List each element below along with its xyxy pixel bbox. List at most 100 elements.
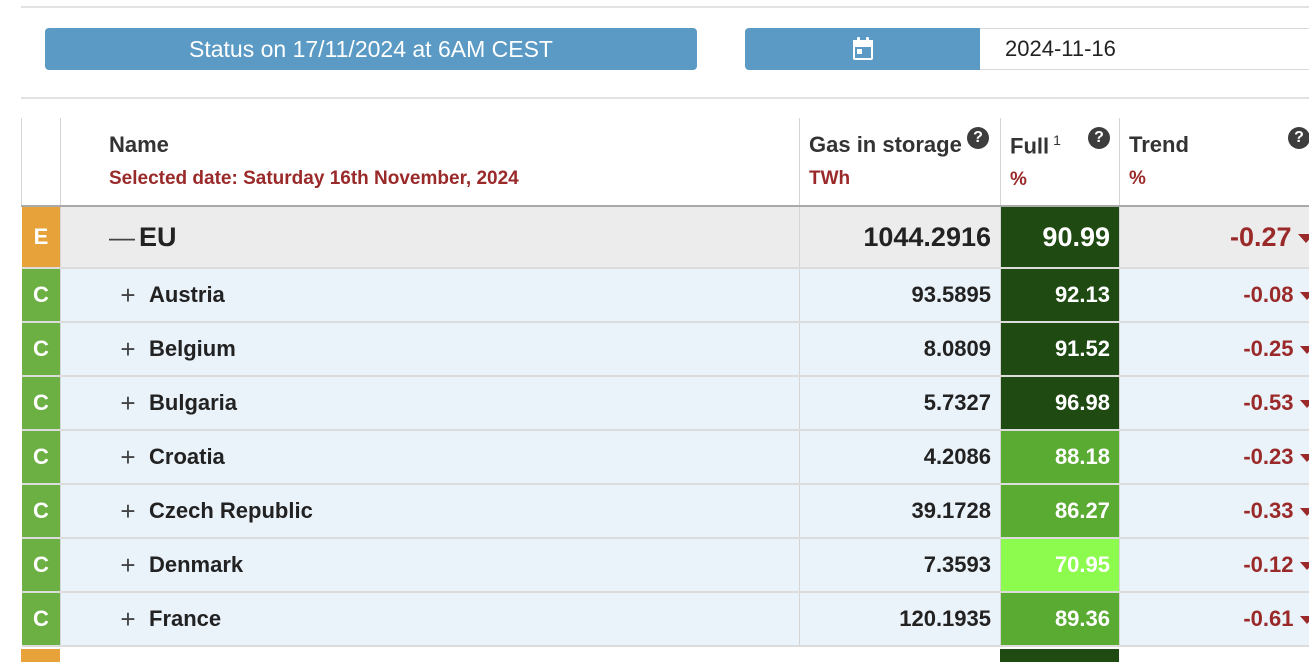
name-cell: + Bulgaria [60, 376, 800, 431]
calendar-icon [852, 37, 873, 60]
country-name[interactable]: Croatia [149, 444, 225, 470]
trend-value: -0.08 [1243, 282, 1294, 307]
trend-value: -0.61 [1243, 606, 1294, 631]
help-icon[interactable]: ? [1088, 127, 1110, 149]
trend-cell: -0.08 [1119, 268, 1309, 323]
header-full-unit: % [1010, 169, 1027, 191]
row-type-cell: C [21, 538, 61, 593]
expand-toggle[interactable]: + [119, 606, 137, 632]
header-name[interactable]: Name Selected date: Saturday 16th Novemb… [60, 118, 800, 207]
gas-in-storage-cell: 8.0809 [799, 322, 1001, 377]
country-name[interactable]: Austria [149, 282, 225, 308]
gas-in-storage-cell: 5.7327 [799, 376, 1001, 431]
full-percent-cell: 88.18 [1000, 430, 1120, 485]
table-row[interactable]: C + Austria 93.5895 92.13 -0.08 [21, 268, 1309, 323]
next-row-badge [21, 649, 60, 662]
trend-value: -0.27 [1229, 221, 1292, 252]
status-banner: Status on 17/11/2024 at 6AM CEST [45, 28, 697, 70]
country-name[interactable]: Denmark [149, 552, 243, 578]
trend-down-icon [1299, 508, 1309, 517]
type-badge: C [21, 539, 61, 591]
trend-cell: -0.25 [1119, 322, 1309, 377]
trend-value: -0.25 [1243, 336, 1294, 361]
type-badge: C [21, 323, 61, 375]
header-trend-unit: % [1129, 168, 1146, 189]
header-gas-in-storage[interactable]: Gas in storage TWh ? [799, 118, 1001, 207]
header-name-label: Name [109, 132, 169, 157]
date-input[interactable] [980, 28, 1309, 70]
type-badge: C [21, 269, 61, 321]
country-name[interactable]: France [149, 606, 221, 632]
trend-cell: -0.53 [1119, 376, 1309, 431]
table-row[interactable]: C + Belgium 8.0809 91.52 -0.25 [21, 322, 1309, 377]
expand-toggle[interactable]: + [119, 552, 137, 578]
full-percent-cell: 90.99 [1000, 206, 1120, 269]
trend-down-icon [1299, 346, 1309, 355]
name-cell: + Denmark [60, 538, 800, 593]
type-badge: C [21, 485, 61, 537]
type-badge: E [21, 207, 61, 267]
table-row[interactable]: E — EU 1044.2916 90.99 -0.27 [21, 206, 1309, 269]
expand-toggle[interactable]: + [119, 282, 137, 308]
top-divider [21, 6, 1309, 8]
full-percent-cell: 92.13 [1000, 268, 1120, 323]
name-cell: + Belgium [60, 322, 800, 377]
trend-down-icon [1299, 562, 1309, 571]
name-cell: + Croatia [60, 430, 800, 485]
calendar-button[interactable] [745, 28, 980, 70]
expand-toggle[interactable]: + [119, 390, 137, 416]
table-row[interactable]: C + Croatia 4.2086 88.18 -0.23 [21, 430, 1309, 485]
full-percent-cell: 89.36 [1000, 592, 1120, 647]
header-trend[interactable]: Trend % ? [1119, 118, 1309, 207]
trend-down-icon [1299, 400, 1309, 409]
help-icon[interactable]: ? [967, 127, 989, 149]
table-row[interactable]: C + Denmark 7.3593 70.95 -0.12 [21, 538, 1309, 593]
name-cell: + France [60, 592, 800, 647]
table-row[interactable]: C + Bulgaria 5.7327 96.98 -0.53 [21, 376, 1309, 431]
storage-table: Name Selected date: Saturday 16th Novemb… [21, 118, 1309, 647]
country-name[interactable]: Belgium [149, 336, 236, 362]
gas-in-storage-cell: 1044.2916 [799, 206, 1001, 269]
section-divider [21, 97, 1309, 99]
trend-cell: -0.33 [1119, 484, 1309, 539]
selected-date-label: Selected date: Saturday 16th November, 2… [109, 168, 519, 189]
gas-in-storage-cell: 93.5895 [799, 268, 1001, 323]
row-type-cell: C [21, 484, 61, 539]
collapse-toggle[interactable]: — [109, 224, 135, 250]
header-type [21, 118, 61, 207]
row-type-cell: C [21, 322, 61, 377]
help-icon[interactable]: ? [1288, 127, 1309, 149]
trend-cell: -0.27 [1119, 206, 1309, 269]
date-picker[interactable] [745, 28, 1309, 70]
type-badge: C [21, 593, 61, 645]
row-type-cell: C [21, 592, 61, 647]
gas-in-storage-cell: 4.2086 [799, 430, 1001, 485]
trend-cell: -0.12 [1119, 538, 1309, 593]
trend-value: -0.53 [1243, 390, 1294, 415]
trend-value: -0.33 [1243, 498, 1294, 523]
trend-down-icon [1299, 454, 1309, 463]
table-row[interactable]: C + Czech Republic 39.1728 86.27 -0.33 [21, 484, 1309, 539]
expand-toggle[interactable]: + [119, 444, 137, 470]
gas-in-storage-cell: 120.1935 [799, 592, 1001, 647]
trend-down-icon [1299, 616, 1309, 625]
expand-toggle[interactable]: + [119, 336, 137, 362]
full-percent-cell: 91.52 [1000, 322, 1120, 377]
next-row-full-cell [1000, 649, 1119, 662]
expand-toggle[interactable]: + [119, 498, 137, 524]
table-row[interactable]: C + France 120.1935 89.36 -0.61 [21, 592, 1309, 647]
gas-in-storage-cell: 7.3593 [799, 538, 1001, 593]
row-type-cell: C [21, 430, 61, 485]
name-cell: + Czech Republic [60, 484, 800, 539]
footnote-marker[interactable]: 1 [1053, 132, 1061, 148]
row-type-cell: C [21, 268, 61, 323]
full-percent-cell: 70.95 [1000, 538, 1120, 593]
header-full[interactable]: Full 1 % ? [1000, 118, 1120, 207]
country-name[interactable]: Bulgaria [149, 390, 237, 416]
table-header-row: Name Selected date: Saturday 16th Novemb… [21, 118, 1309, 207]
trend-cell: -0.61 [1119, 592, 1309, 647]
header-gas-unit: TWh [809, 168, 851, 189]
name-cell: — EU [60, 206, 800, 269]
country-name[interactable]: EU [139, 222, 177, 253]
country-name[interactable]: Czech Republic [149, 498, 313, 524]
